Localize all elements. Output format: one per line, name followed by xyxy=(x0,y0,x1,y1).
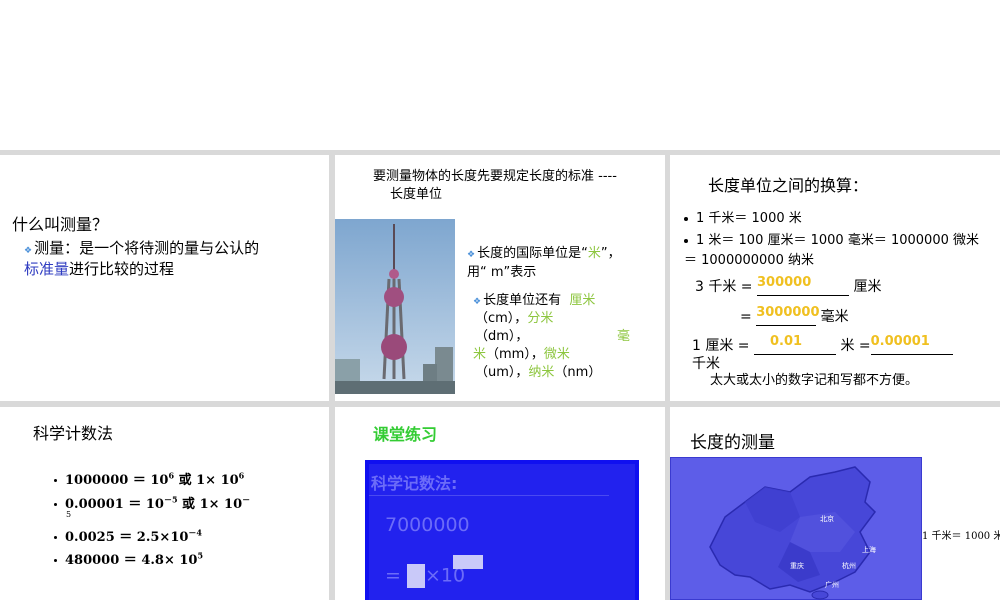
more-units-line4: 米（mm），微米 xyxy=(473,347,570,362)
diamond-bullet-icon: ❖ xyxy=(467,250,476,260)
conversion-item-km: 1 千米＝ 1000 米 xyxy=(684,207,802,226)
answer-m: 0.01 xyxy=(770,334,803,349)
exercise-coefficient-box[interactable] xyxy=(406,564,425,588)
question-km-to-mm: = 3000000 毫米 xyxy=(740,305,849,326)
tv-tower-photo xyxy=(335,219,455,394)
bullet-dot-icon xyxy=(684,238,688,243)
answer-blank-m[interactable]: 0.01 xyxy=(754,334,836,355)
map-side-note: 1 千米＝ 1000 米 xyxy=(922,531,1000,542)
inconvenience-note: 太大或太小的数字记和写都不方便。 xyxy=(710,373,919,388)
more-units-line5: （um），纳米（nm） xyxy=(475,365,602,380)
slide1-definition-line1: ❖ 测量：是一个将待测的量与公认的 xyxy=(24,239,260,257)
china-map: 北京 上海 杭州 重庆 广州 xyxy=(670,456,923,600)
notation-item: 0.00001 ＝ 10－5 或 1× 10－ xyxy=(54,493,250,512)
answer-cm: 300000 xyxy=(757,275,812,290)
diamond-bullet-icon: ❖ xyxy=(24,246,33,256)
intl-unit-line: ❖ 长度的国际单位是“米”， xyxy=(467,246,621,261)
map-label-shanghai: 上海 xyxy=(862,546,876,554)
diamond-bullet-icon: ❖ xyxy=(473,297,482,307)
slide2-header-line1: 要测量物体的长度先要规定长度的标准 ---- xyxy=(373,169,617,184)
question-km-to-cm: 3 千米 = 300000 厘米 xyxy=(695,275,882,296)
slide-length-measurement[interactable]: 长度的测量 北京 上海 杭州 重庆 广州 1 千米＝ 1000 米 xyxy=(670,407,1000,600)
map-label-beijing: 北京 xyxy=(820,515,834,523)
exercise-panel: 科学记数法: 7000000 = ×10 xyxy=(365,460,639,600)
answer-blank-km[interactable]: 0.00001 xyxy=(870,334,953,355)
answer-blank-cm[interactable]: 300000 xyxy=(757,275,849,296)
map-label-hangzhou: 杭州 xyxy=(842,562,856,570)
notation-item: 0.0025 ＝ 2.5×10－4 xyxy=(54,526,202,545)
map-label-guangzhou: 广州 xyxy=(825,581,839,589)
notation-item: 1000000 ＝ 106 或 1× 106 xyxy=(54,469,244,488)
exercise-number: 7000000 xyxy=(385,514,470,536)
more-units-line3: （dm）， xyxy=(475,329,529,344)
intl-unit-symbol-line: 用“ m”表示 xyxy=(467,265,537,280)
more-units-mm-fragment: 毫 xyxy=(617,329,631,344)
slide-unit-conversion[interactable]: 长度单位之间的换算： 1 千米＝ 1000 米 1 米＝ 100 厘米＝ 100… xyxy=(670,155,1000,401)
standard-quantity-highlight: 标准量 xyxy=(24,260,70,278)
question-cm-to-m-km: 1 厘米 = 0.01 米 = 0.00001 xyxy=(692,334,953,355)
conversion-item-m: 1 米＝ 100 厘米＝ 1000 毫米＝ 1000000 微米 xyxy=(684,229,979,248)
notation-item: 480000 ＝ 4.8× 105 xyxy=(54,549,203,568)
slide1-title: 什么叫测量？ xyxy=(12,215,109,234)
slide-length-units[interactable]: 要测量物体的长度先要规定长度的标准 ---- 长度单位 ❖ 长度的国际单位是“米… xyxy=(335,155,665,401)
slide2-header-line2: 长度单位 xyxy=(390,187,443,202)
slide-scientific-notation[interactable]: 科学计数法 1000000 ＝ 106 或 1× 106 0.00001 ＝ 10… xyxy=(0,407,329,600)
answer-mm: 3000000 xyxy=(756,305,820,320)
bullet-dot-icon xyxy=(54,559,57,562)
slide4-title: 科学计数法 xyxy=(33,424,114,443)
notation-item-wrap: 5 xyxy=(66,510,72,519)
bullet-dot-icon xyxy=(684,216,688,221)
bullet-dot-icon xyxy=(54,536,57,539)
slide5-title: 课堂练习 xyxy=(373,425,438,444)
slide3-title: 长度单位之间的换算： xyxy=(708,176,869,195)
slide-what-is-measurement[interactable]: 什么叫测量？ ❖ 测量：是一个将待测的量与公认的 标准量进行比较的过程 xyxy=(0,155,329,401)
more-units-line2: （cm），分米 xyxy=(475,311,554,326)
map-label-chongqing: 重庆 xyxy=(790,562,804,570)
slide-classroom-exercise[interactable]: 课堂练习 科学记数法: 7000000 = ×10 xyxy=(335,407,665,600)
answer-km: 0.00001 xyxy=(870,334,930,349)
slide1-definition-line2: 标准量进行比较的过程 xyxy=(24,260,175,278)
answer-blank-mm[interactable]: 3000000 xyxy=(756,305,820,326)
exercise-panel-heading: 科学记数法: xyxy=(371,474,458,493)
bullet-dot-icon xyxy=(54,503,57,506)
slide6-title: 长度的测量 xyxy=(690,433,775,453)
exercise-panel-divider xyxy=(369,495,609,496)
conversion-item-m-cont: ＝ 1000000000 纳米 xyxy=(684,253,814,268)
exercise-exponent-box[interactable] xyxy=(453,555,483,569)
bullet-dot-icon xyxy=(54,479,57,482)
more-units-line1: ❖ 长度单位还有 厘米 xyxy=(473,293,596,308)
